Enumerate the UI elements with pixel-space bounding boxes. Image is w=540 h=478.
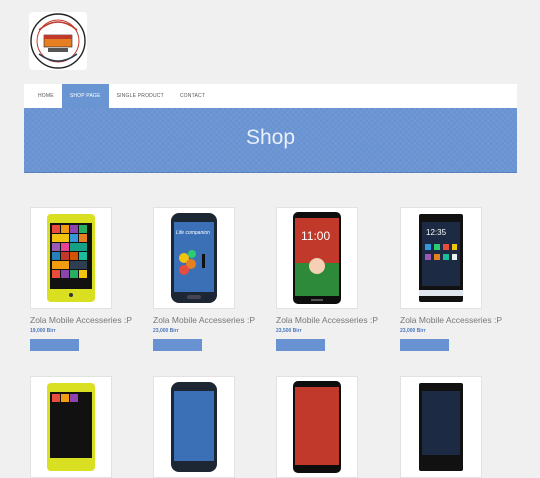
product-card <box>400 376 500 478</box>
xperia-screen-clock: 12:35 <box>426 228 447 237</box>
product-price: 19,000 Birr <box>30 328 56 334</box>
phone-lumia-image <box>47 383 95 471</box>
product-card <box>153 376 253 478</box>
add-to-cart-button[interactable] <box>276 339 325 351</box>
product-name[interactable]: Zola Mobile Accesseries :P <box>400 315 502 325</box>
site-logo[interactable] <box>29 12 87 70</box>
add-to-cart-button[interactable] <box>400 339 449 351</box>
product-name[interactable]: Zola Mobile Accesseries :P <box>30 315 132 325</box>
product-image[interactable] <box>276 376 358 478</box>
product-image[interactable]: 11:00 <box>276 207 358 309</box>
product-card: 12:35 Zola Mobile Accesseries :P 23,000 … <box>400 207 502 351</box>
product-image[interactable] <box>30 207 112 309</box>
phone-lg-image <box>293 381 341 473</box>
nav-item-home[interactable]: HOME <box>24 84 62 108</box>
main-navigation: HOME SHOP PAGE SINGLE PRODUCT CONTACT <box>24 84 517 109</box>
product-card <box>276 376 376 478</box>
product-card: 11:00 Zola Mobile Accesseries :P 23,500 … <box>276 207 378 351</box>
product-image[interactable] <box>30 376 112 478</box>
add-to-cart-button[interactable] <box>30 339 79 351</box>
phone-galaxy-image: Life companion <box>171 213 217 303</box>
phone-galaxy-image <box>171 382 217 472</box>
logo-emblem <box>30 13 86 69</box>
phone-xperia-image <box>419 383 463 471</box>
product-price: 23,500 Birr <box>276 328 302 334</box>
phone-xperia-image: 12:35 <box>419 214 463 302</box>
product-name[interactable]: Zola Mobile Accesseries :P <box>276 315 378 325</box>
nav-item-contact[interactable]: CONTACT <box>172 84 213 108</box>
lg-screen-clock: 11:00 <box>301 229 330 243</box>
product-card <box>30 376 130 478</box>
product-card: Life companion Zola Mobile Accesseries :… <box>153 207 255 351</box>
product-image[interactable]: 12:35 <box>400 207 482 309</box>
page-banner: Shop <box>24 108 517 173</box>
nav-item-single-product[interactable]: SINGLE PRODUCT <box>109 84 172 108</box>
phone-lumia-image <box>47 214 95 302</box>
product-image[interactable] <box>400 376 482 478</box>
product-price: 23,000 Birr <box>400 328 426 334</box>
galaxy-screen-text: Life companion <box>176 230 210 236</box>
product-image[interactable] <box>153 376 235 478</box>
phone-lg-image: 11:00 <box>293 212 341 304</box>
product-card: Zola Mobile Accesseries :P 19,000 Birr <box>30 207 132 351</box>
product-image[interactable]: Life companion <box>153 207 235 309</box>
page-title: Shop <box>245 126 296 149</box>
add-to-cart-button[interactable] <box>153 339 202 351</box>
product-name[interactable]: Zola Mobile Accesseries :P <box>153 315 255 325</box>
nav-item-shop-page[interactable]: SHOP PAGE <box>61 84 109 108</box>
product-price: 23,000 Birr <box>153 328 179 334</box>
